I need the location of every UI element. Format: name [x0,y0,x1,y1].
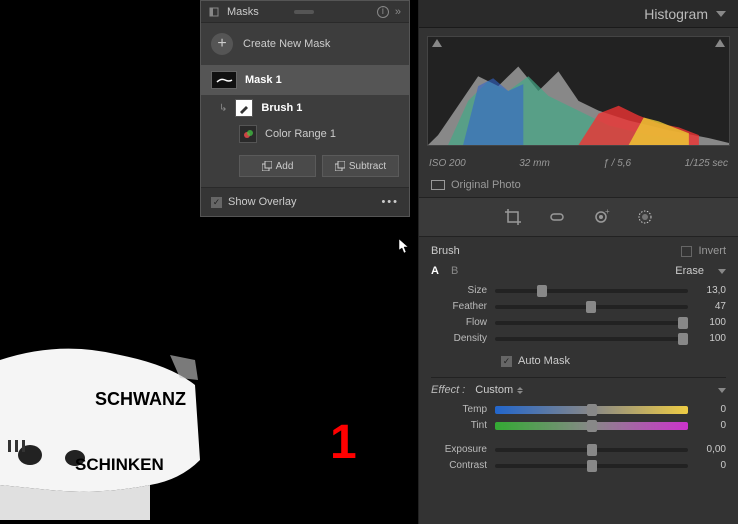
histogram[interactable] [427,36,730,146]
cursor-pointer-icon [394,238,410,259]
masks-title: Masks [227,6,259,18]
develop-panel: Histogram ISO 200 32 mm ƒ / 5,6 1/125 se… [418,0,738,524]
crop-tool-icon[interactable] [504,208,522,226]
exif-focal: 32 mm [519,158,550,169]
auto-mask-label: Auto Mask [518,355,570,367]
panel-grip[interactable] [294,10,314,14]
brush-b-tab[interactable]: B [451,265,458,277]
masks-panel: Masks i » + Create New Mask Mask 1 ↳ Bru… [200,0,410,217]
size-slider[interactable]: Size 13,0 [431,285,726,296]
exif-iso: ISO 200 [429,158,466,169]
brush-a-tab[interactable]: A [431,265,439,277]
mask-tool-icon[interactable] [636,208,654,226]
histogram-header[interactable]: Histogram [419,0,738,28]
add-button[interactable]: Add [239,155,316,177]
create-mask-button[interactable]: + Create New Mask [201,23,409,65]
add-icon [262,161,272,171]
brush-label: Brush 1 [261,102,302,114]
tint-slider[interactable]: Tint 0 [431,420,726,431]
subtract-icon [335,161,345,171]
brush-icon [235,99,253,117]
temp-slider[interactable]: Temp 0 [431,404,726,415]
mask-label: Mask 1 [245,74,282,86]
more-options-icon[interactable]: ••• [381,196,399,208]
subtract-button[interactable]: Subtract [322,155,399,177]
exif-shutter: 1/125 sec [685,158,728,169]
invert-label: Invert [698,245,726,257]
flow-slider[interactable]: Flow 100 [431,317,726,328]
annotation-number: 1 [330,415,357,470]
mask-thumbnail [211,71,237,89]
collapse-icon[interactable]: » [395,6,401,18]
chevron-down-icon[interactable] [718,388,726,393]
chevron-down-icon[interactable] [718,269,726,274]
link-arrow-icon: ↳ [219,103,227,114]
exif-aperture: ƒ / 5,6 [603,158,631,169]
color-range-label: Color Range 1 [265,128,336,140]
svg-text:SCHINKEN: SCHINKEN [75,455,164,474]
exif-row: ISO 200 32 mm ƒ / 5,6 1/125 sec [419,154,738,173]
chevron-down-icon [716,11,726,17]
show-overlay-label: Show Overlay [228,196,296,208]
brush-section-title: Brush [431,245,460,257]
original-photo-toggle[interactable]: Original Photo [419,173,738,198]
dock-icon [209,7,219,17]
effect-preset-select[interactable]: Custom [475,384,523,396]
color-range-icon [239,125,257,143]
color-range-component[interactable]: Color Range 1 [201,121,409,147]
create-mask-label: Create New Mask [243,38,330,50]
masks-footer: ✓ Show Overlay ••• [201,187,409,216]
effect-label: Effect : [431,384,465,396]
density-slider[interactable]: Density 100 [431,333,726,344]
svg-text:+: + [605,208,610,216]
exposure-slider[interactable]: Exposure 0,00 [431,444,726,455]
heal-tool-icon[interactable] [548,208,566,226]
tool-strip: + [419,198,738,237]
feather-slider[interactable]: Feather 47 [431,301,726,312]
auto-mask-checkbox[interactable]: ✓ [501,356,512,367]
compare-icon [431,180,445,190]
redeye-tool-icon[interactable]: + [592,208,610,226]
invert-checkbox[interactable] [681,246,692,257]
info-icon[interactable]: i [377,6,389,18]
histogram-title: Histogram [644,6,708,22]
svg-text:SCHWANZ: SCHWANZ [95,389,186,409]
preview-image: SCHWANZ SCHINKEN [0,330,200,520]
mask-item-1[interactable]: Mask 1 [201,65,409,95]
brush-erase-tab[interactable]: Erase [675,265,704,277]
masks-panel-header[interactable]: Masks i » [201,1,409,23]
brush-component[interactable]: ↳ Brush 1 [201,95,409,121]
plus-icon: + [211,33,233,55]
contrast-slider[interactable]: Contrast 0 [431,460,726,471]
show-overlay-checkbox[interactable]: ✓ [211,197,222,208]
